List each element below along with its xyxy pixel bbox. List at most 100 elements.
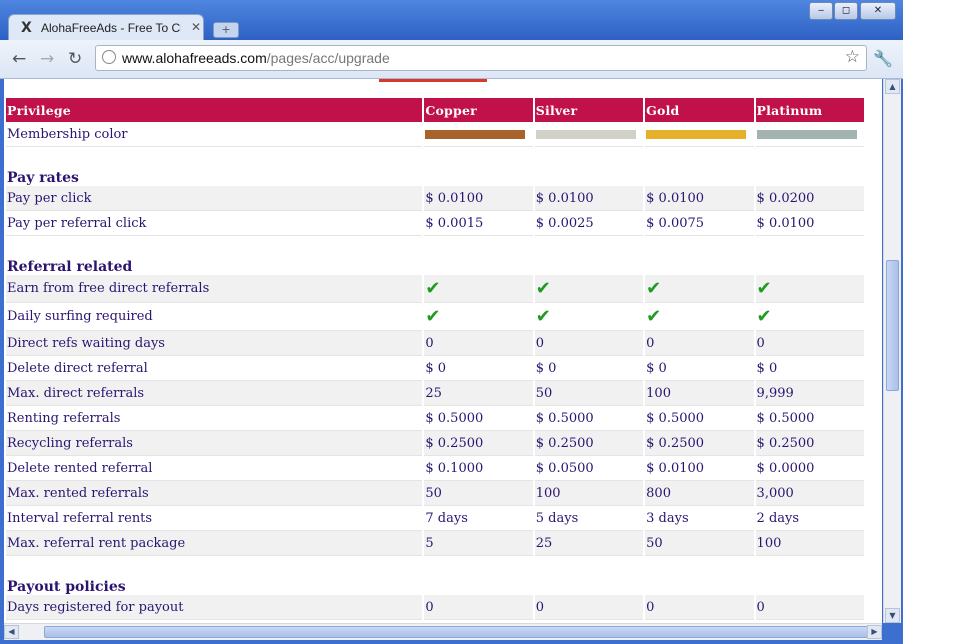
back-arrow-icon[interactable]: ← xyxy=(12,49,26,69)
value-cell: 3,000 xyxy=(755,481,864,506)
scroll-down-icon[interactable]: ▼ xyxy=(885,608,900,623)
row-label: Pay per referral click xyxy=(6,211,423,236)
table-row: Recycling referrals $ 0.2500 $ 0.2500 $ 0.2… xyxy=(6,431,864,456)
maximize-button[interactable]: ◻ xyxy=(834,2,858,20)
membership-color-cell xyxy=(645,122,754,147)
minimize-button[interactable]: ‒ xyxy=(809,2,833,20)
value-cell: 0 xyxy=(645,595,754,620)
header-plan: Silver xyxy=(534,98,644,122)
tab-close-icon[interactable]: ✕ xyxy=(191,20,201,34)
section-heading-row: Referral related xyxy=(6,236,864,275)
value-cell: $ 0.5000 xyxy=(755,406,864,431)
value-cell: $ 0.2500 xyxy=(645,431,754,456)
value-cell: 25 xyxy=(534,531,644,556)
value-cell: $ 0.0200 xyxy=(755,186,864,211)
checkmark-icon: ✔ xyxy=(535,278,551,299)
close-window-button[interactable]: ✕ xyxy=(860,2,896,20)
row-label: Direct refs waiting days xyxy=(6,331,423,356)
value-cell: 7 days xyxy=(424,506,533,531)
row-label: Recycling referrals xyxy=(6,431,423,456)
checkmark-icon: ✔ xyxy=(645,303,754,331)
vertical-scroll-thumb[interactable] xyxy=(886,260,899,391)
tab-title: AlohaFreeAds - Free To Click xyxy=(41,21,181,35)
row-label: Daily surfing required xyxy=(6,303,423,331)
checkmark-icon: ✔ xyxy=(535,306,551,327)
value-cell: $ 0 xyxy=(645,356,754,381)
membership-color-cell xyxy=(424,122,533,147)
header-plan: Gold xyxy=(645,98,754,122)
checkmark-icon: ✔ xyxy=(756,306,772,327)
bookmark-star-icon[interactable]: ☆ xyxy=(845,47,860,67)
vertical-scrollbar[interactable]: ▲ ▼ xyxy=(883,79,901,623)
table-row: Max. direct referrals 25 50 100 9,999 xyxy=(6,381,864,406)
value-cell: $ 0.0100 xyxy=(755,211,864,236)
value-cell: 2 days xyxy=(755,506,864,531)
new-tab-button[interactable]: + xyxy=(213,22,239,38)
checkmark-icon: ✔ xyxy=(646,306,662,327)
value-cell: 0 xyxy=(645,331,754,356)
table-row: Renting referrals $ 0.5000 $ 0.5000 $ 0.500… xyxy=(6,406,864,431)
value-cell: 3 days xyxy=(645,506,754,531)
membership-color-cell xyxy=(755,122,864,147)
header-plan: Platinum xyxy=(755,98,864,122)
row-label: Max. referral rent package xyxy=(6,531,423,556)
table-row: Pay per click $ 0.0100 $ 0.0100 $ 0.0100 $ 0… xyxy=(6,186,864,211)
value-cell: $ 0.5000 xyxy=(645,406,754,431)
value-cell: 25 xyxy=(424,381,533,406)
row-label: Days registered for payout xyxy=(6,595,423,620)
forward-arrow-icon[interactable]: → xyxy=(40,49,54,69)
wrench-icon[interactable]: 🔧 xyxy=(873,49,893,68)
value-cell: $ 0.0100 xyxy=(424,186,533,211)
value-cell: 5 days xyxy=(534,506,644,531)
table-row: Days registered for payout 0 0 0 0 xyxy=(6,595,864,620)
table-row: Daily surfing required ✔ ✔ ✔ ✔ xyxy=(6,303,864,331)
table-row: Delete direct referral $ 0 $ 0 $ 0 $ 0 xyxy=(6,356,864,381)
value-cell: $ 0.0500 xyxy=(534,456,644,481)
value-cell: 100 xyxy=(755,531,864,556)
checkmark-icon: ✔ xyxy=(425,306,441,327)
horizontal-scroll-thumb[interactable] xyxy=(44,626,870,638)
value-cell: $ 0.0100 xyxy=(645,456,754,481)
reload-icon[interactable]: ↻ xyxy=(68,49,82,69)
value-cell: $ 0.0100 xyxy=(534,186,644,211)
table-header-row: Privilege Copper Silver Gold Platinum xyxy=(6,98,864,122)
url-text[interactable]: www.alohafreeads.com/pages/acc/upgrade xyxy=(122,50,390,66)
value-cell: 0 xyxy=(755,595,864,620)
page-viewport: Privilege Copper Silver Gold Platinum Member… xyxy=(4,79,882,623)
value-cell: $ 0.0000 xyxy=(755,456,864,481)
row-label: Membership color xyxy=(6,122,423,147)
section-heading-row: Payout policies xyxy=(6,556,864,595)
address-bar[interactable]: www.alohafreeads.com/pages/acc/upgrade ☆ xyxy=(95,45,867,71)
checkmark-icon: ✔ xyxy=(646,278,662,299)
row-label: Pay per click xyxy=(6,186,423,211)
value-cell: $ 0.5000 xyxy=(424,406,533,431)
value-cell: 0 xyxy=(534,331,644,356)
value-cell: 100 xyxy=(645,381,754,406)
value-cell: 5 xyxy=(424,531,533,556)
checkmark-icon: ✔ xyxy=(755,275,864,303)
value-cell: $ 0.0075 xyxy=(645,211,754,236)
table-row: Direct refs waiting days 0 0 0 0 xyxy=(6,331,864,356)
header-plan: Copper xyxy=(424,98,533,122)
value-cell: $ 0 xyxy=(534,356,644,381)
section-title: Payout policies xyxy=(7,579,126,595)
value-cell: 100 xyxy=(534,481,644,506)
value-cell: $ 0.2500 xyxy=(755,431,864,456)
membership-color-swatch xyxy=(425,129,526,139)
row-label: Max. direct referrals xyxy=(6,381,423,406)
membership-comparison-table: Privilege Copper Silver Gold Platinum Member… xyxy=(4,98,866,620)
horizontal-scrollbar[interactable]: ◀ ▶ xyxy=(4,623,882,640)
title-bar: X AlohaFreeAds - Free To Click ✕ + ‒ ◻ ✕ xyxy=(0,0,903,41)
checkmark-icon: ✔ xyxy=(756,278,772,299)
scroll-up-icon[interactable]: ▲ xyxy=(885,79,900,94)
checkmark-icon: ✔ xyxy=(424,303,533,331)
scroll-right-icon[interactable]: ▶ xyxy=(867,625,882,639)
value-cell: 0 xyxy=(755,331,864,356)
checkmark-icon: ✔ xyxy=(425,278,441,299)
browser-tab[interactable]: X AlohaFreeAds - Free To Click ✕ xyxy=(8,14,204,41)
scroll-left-icon[interactable]: ◀ xyxy=(4,625,19,639)
checkmark-icon: ✔ xyxy=(755,303,864,331)
section-title: Referral related xyxy=(7,259,133,275)
table-row: Pay per referral click $ 0.0015 $ 0.0025 $ … xyxy=(6,211,864,236)
section-heading-row: Pay rates xyxy=(6,147,864,186)
